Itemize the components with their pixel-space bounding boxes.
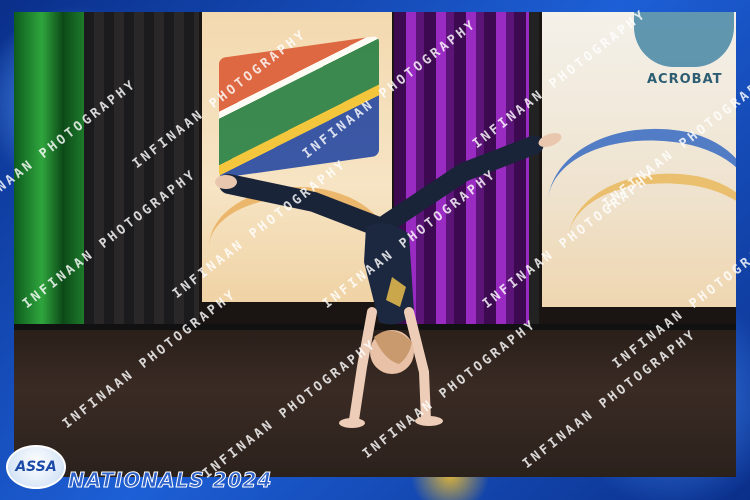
gymnast-right-arm	[404, 307, 431, 425]
event-title: NATIONALS 2024	[67, 468, 273, 493]
gymnast-figure	[215, 133, 562, 428]
gymnast-right-hand	[415, 416, 443, 426]
logo-text: ASSA	[15, 459, 57, 475]
assa-logo: ASSA	[6, 445, 66, 489]
event-photo: ACROBAT	[14, 12, 736, 477]
gymnast-left-hand	[339, 418, 365, 428]
gymnast-right-leg	[376, 135, 544, 234]
gymnast-left-arm	[349, 307, 377, 425]
gymnast-left-foot	[215, 175, 237, 189]
gymnast-left-leg	[219, 174, 389, 237]
